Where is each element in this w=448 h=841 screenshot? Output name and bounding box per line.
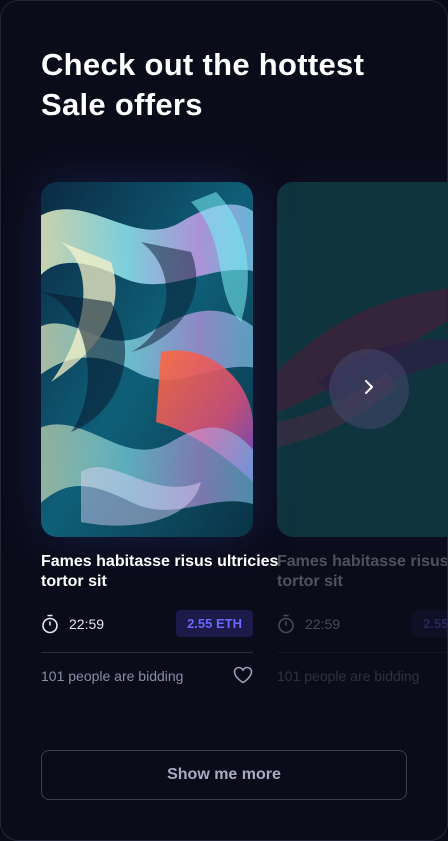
carousel-next-button[interactable] <box>329 349 409 429</box>
nft-card[interactable]: Fames habitasse risus ultricies tortor s… <box>41 182 278 684</box>
card-title[interactable]: Fames habitasse risus ultricies tortor s… <box>41 552 281 592</box>
chevron-right-icon <box>362 378 376 401</box>
card-meta: 22:59 2.55 ETH <box>41 610 253 638</box>
sale-offers-panel: Check out the hottest Sale offers Fames … <box>0 0 448 841</box>
divider <box>41 652 253 653</box>
card-title[interactable]: Fames habitasse risus ultricies tortor s… <box>277 552 447 592</box>
price-badge: 2.55 ETH <box>176 610 253 637</box>
bidders-count: 101 people are bidding <box>41 668 184 684</box>
price-badge: 2.55 ETH <box>412 610 447 637</box>
time-remaining: 22:59 <box>305 616 341 632</box>
divider <box>277 652 447 653</box>
time-remaining: 22:59 <box>69 616 105 632</box>
timer-icon <box>277 614 295 634</box>
heart-icon[interactable] <box>233 666 253 684</box>
show-more-button[interactable]: Show me more <box>41 750 407 800</box>
bidders-count: 101 people are bidding <box>277 668 420 684</box>
nft-artwork-image[interactable] <box>41 182 253 537</box>
section-title: Check out the hottest Sale offers <box>41 47 365 122</box>
card-meta: 22:59 2.55 ETH <box>277 610 447 638</box>
timer-icon <box>41 614 59 634</box>
